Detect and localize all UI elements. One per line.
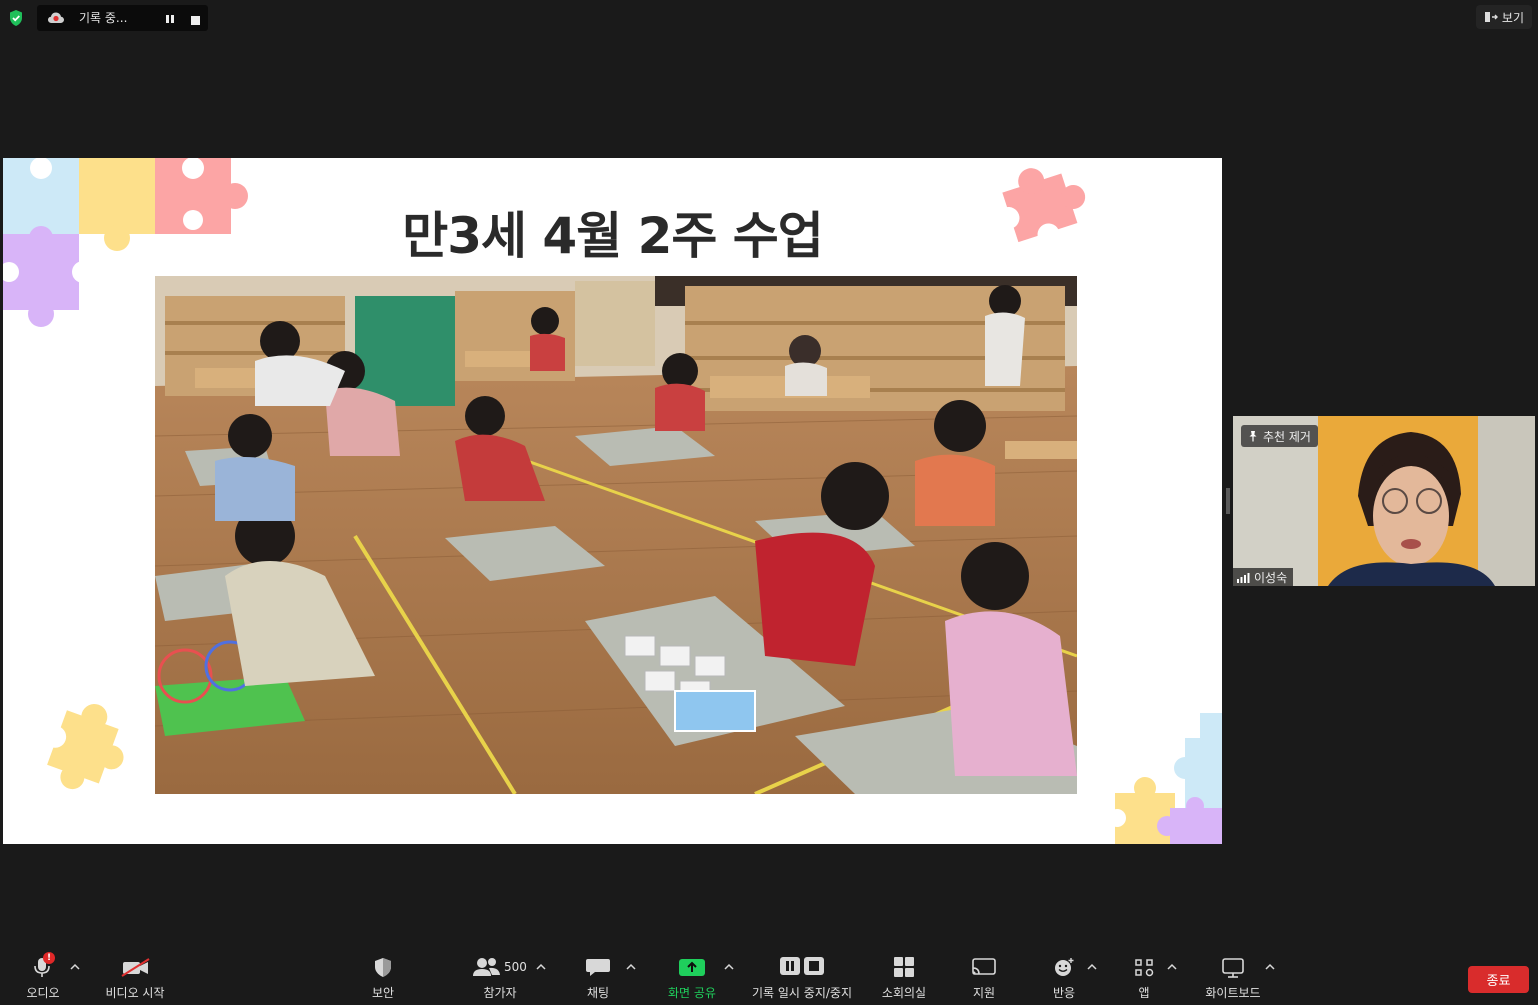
- share-options-chevron-icon[interactable]: [724, 963, 734, 971]
- meeting-toolbar: ! 오디오 비디오 시작 보안 500 참가자 채팅 화면 공유 기록 일시 중…: [0, 950, 1538, 1005]
- audio-options-chevron-icon[interactable]: [70, 963, 80, 971]
- whiteboard-icon: [1222, 958, 1244, 978]
- security-label: 보안: [371, 986, 395, 1000]
- apps-icon: [1135, 959, 1154, 977]
- view-layout-icon: [1484, 12, 1498, 22]
- breakout-rooms-button[interactable]: 소회의실: [880, 956, 928, 1001]
- participant-name: 이성숙: [1254, 570, 1288, 585]
- chat-button[interactable]: 채팅: [584, 956, 612, 1001]
- chat-bubble-icon: [586, 959, 610, 976]
- panel-resize-handle[interactable]: [1226, 488, 1230, 514]
- breakout-rooms-icon: [894, 957, 914, 977]
- participants-options-chevron-icon[interactable]: [536, 963, 546, 971]
- emoji-reaction-icon: [1055, 958, 1074, 976]
- participant-name-tag: 이성숙: [1233, 568, 1294, 586]
- chat-options-chevron-icon[interactable]: [626, 963, 636, 971]
- start-video-label: 비디오 시작: [105, 986, 165, 1000]
- participants-count: 500: [504, 960, 527, 974]
- breakout-rooms-label: 소회의실: [881, 986, 927, 1000]
- pause-stop-recording-icon: [780, 957, 824, 975]
- security-shield-outline-icon: [375, 958, 391, 977]
- end-meeting-button[interactable]: 종료: [1468, 966, 1529, 993]
- view-button[interactable]: 보기: [1475, 5, 1532, 29]
- apps-options-chevron-icon[interactable]: [1167, 963, 1177, 971]
- share-screen-button[interactable]: 화면 공유: [666, 956, 718, 1001]
- security-button[interactable]: 보안: [368, 956, 398, 1001]
- stop-recording-icon[interactable]: [190, 12, 202, 25]
- puzzle-decoration-bottom-left: [44, 703, 124, 790]
- reactions-options-chevron-icon[interactable]: [1087, 963, 1097, 971]
- recording-control-button[interactable]: 기록 일시 중지/중지: [748, 956, 856, 1001]
- remove-spotlight-label: 추천 제거: [1263, 429, 1311, 444]
- chat-label: 채팅: [586, 986, 610, 1000]
- slide-title: 만3세 4월 2주 수업: [402, 207, 824, 265]
- participants-button[interactable]: 500 참가자: [470, 956, 530, 1001]
- whiteboard-options-chevron-icon[interactable]: [1265, 963, 1275, 971]
- recording-indicator: 기록 중...: [37, 5, 208, 31]
- apps-button[interactable]: 앱: [1130, 956, 1158, 1001]
- start-video-button[interactable]: 비디오 시작: [104, 956, 166, 1001]
- shared-screen-slide: 만3세 4월 2주 수업: [3, 158, 1222, 844]
- audio-warning-badge: !: [43, 952, 55, 964]
- reactions-label: 반응: [1052, 986, 1076, 1000]
- participant-video-tile[interactable]: 추천 제거 이성숙: [1233, 416, 1535, 586]
- recording-control-label: 기록 일시 중지/중지: [752, 986, 852, 1000]
- classroom-photo: [155, 276, 1077, 794]
- reactions-button[interactable]: 반응: [1050, 956, 1078, 1001]
- whiteboard-button[interactable]: 화이트보드: [1202, 956, 1264, 1001]
- video-off-icon: [121, 958, 150, 977]
- cloud-record-icon: [47, 10, 65, 26]
- apps-label: 앱: [1138, 986, 1150, 1000]
- pin-icon: [1249, 431, 1257, 442]
- audio-button[interactable]: ! 오디오: [24, 952, 62, 1001]
- pause-recording-icon[interactable]: [163, 11, 177, 25]
- share-screen-label: 화면 공유: [668, 986, 716, 1000]
- remove-spotlight-button[interactable]: 추천 제거: [1241, 425, 1318, 447]
- support-label: 지원: [972, 986, 996, 1000]
- participants-icon: [473, 958, 500, 976]
- security-shield-icon[interactable]: [6, 8, 26, 28]
- connection-signal-icon: [1237, 572, 1250, 583]
- view-button-label: 보기: [1501, 10, 1524, 25]
- audio-label: 오디오: [26, 986, 60, 1000]
- participants-label: 참가자: [483, 986, 517, 1000]
- share-screen-icon: [679, 959, 705, 976]
- puzzle-decoration-bottom-right: [1115, 713, 1222, 844]
- support-cast-icon: [972, 958, 996, 975]
- recording-label: 기록 중...: [79, 11, 128, 25]
- support-button[interactable]: 지원: [970, 956, 998, 1001]
- whiteboard-label: 화이트보드: [1205, 986, 1261, 1000]
